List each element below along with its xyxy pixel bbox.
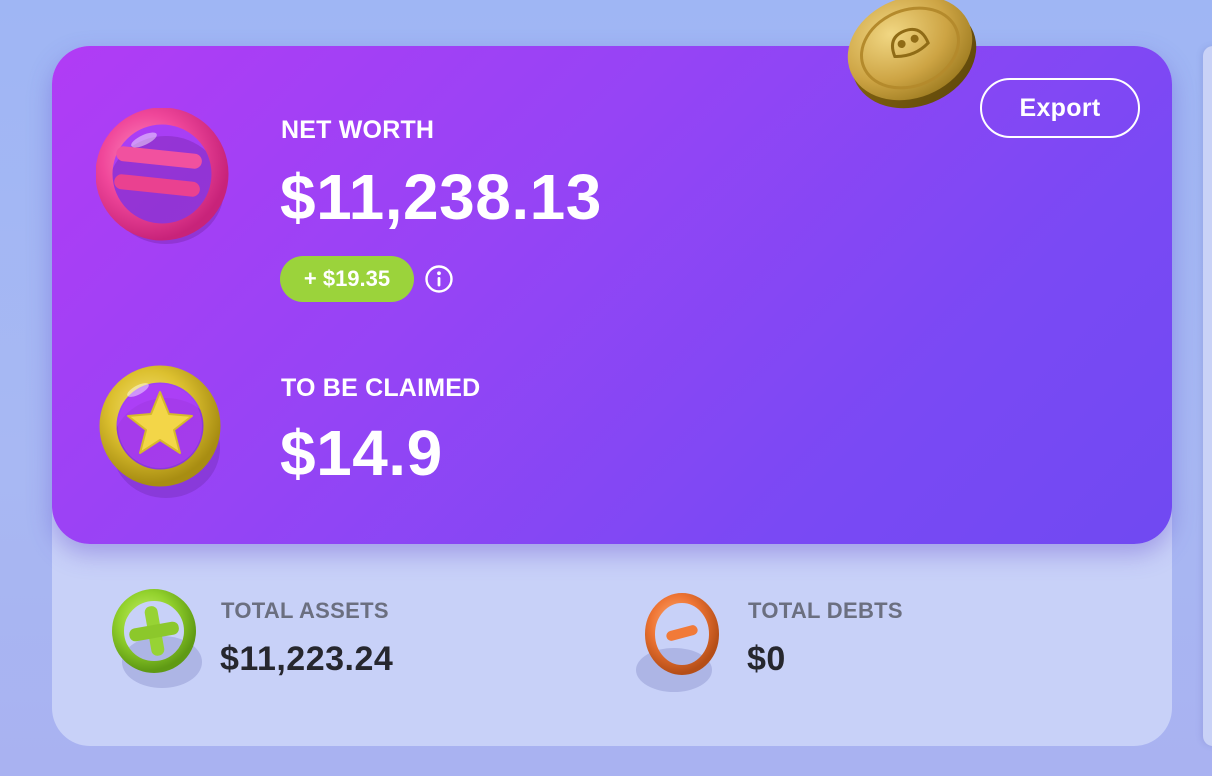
side-panel-edge	[1203, 46, 1212, 746]
total-assets-label: TOTAL ASSETS	[221, 598, 389, 623]
total-debts-value: $0	[747, 640, 786, 678]
gold-coin-icon	[847, 0, 977, 109]
total-assets-value: $11,223.24	[220, 640, 394, 678]
star-ring-icon	[99, 365, 221, 498]
net-worth-label: NET WORTH	[281, 116, 435, 144]
to-be-claimed-value: $14.9	[280, 417, 443, 489]
to-be-claimed-label: TO BE CLAIMED	[281, 374, 481, 402]
minus-ring-icon	[636, 593, 719, 692]
info-icon[interactable]	[424, 264, 454, 294]
export-button[interactable]: Export	[980, 78, 1140, 138]
plus-ring-icon	[112, 589, 202, 688]
net-worth-value: $11,238.13	[280, 161, 602, 233]
change-badge: + $19.35	[280, 256, 414, 302]
total-debts-label: TOTAL DEBTS	[748, 598, 903, 623]
equals-ring-icon	[96, 108, 229, 244]
